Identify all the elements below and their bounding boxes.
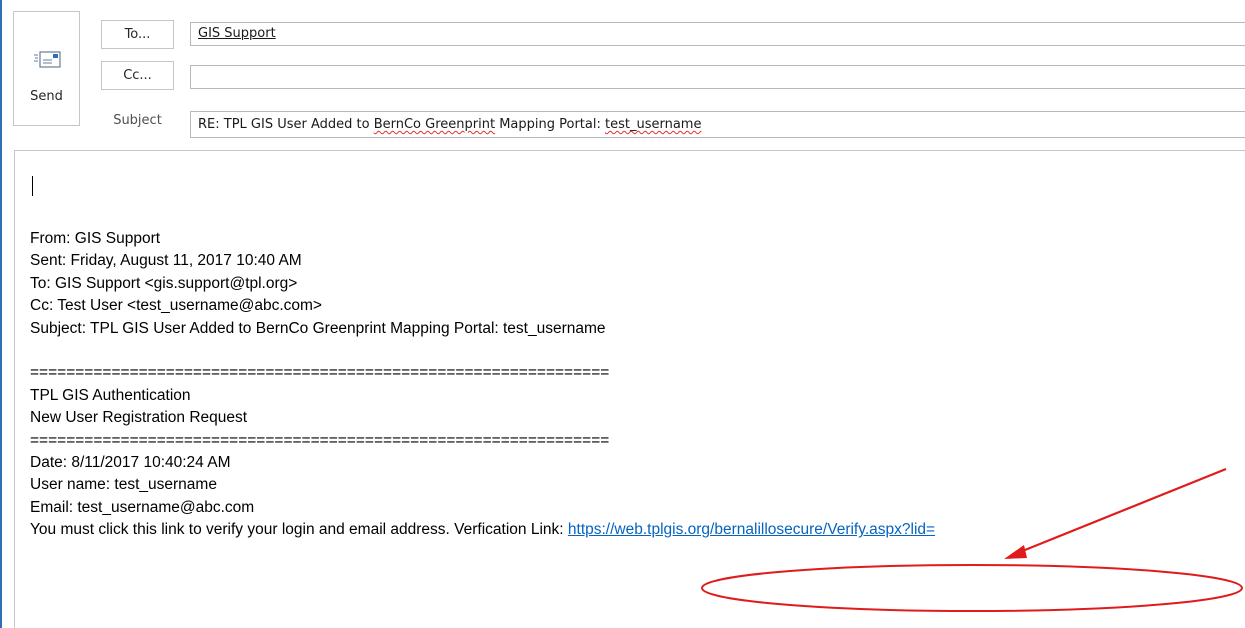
subject-field[interactable]: RE: TPL GIS User Added to BernCo Greenpr… — [190, 111, 1245, 138]
verify-text: You must click this link to verify your … — [30, 521, 568, 539]
quoted-cc: Cc: Test User <test_username@abc.com> — [30, 297, 322, 315]
subject-label: Subject — [113, 113, 162, 128]
separator-line: ========================================… — [30, 364, 610, 382]
request-email: Email: test_username@abc.com — [30, 498, 255, 516]
email-compose-window: Send To... Cc... Subject GIS Support RE:… — [0, 0, 1245, 628]
window-left-border — [0, 0, 2, 628]
quoted-subject: Subject: TPL GIS User Added to BernCo Gr… — [30, 319, 606, 337]
send-button[interactable]: Send — [13, 11, 80, 126]
verification-link[interactable]: https://web.tplgis.org/bernalillosecure/… — [568, 521, 935, 538]
quoted-to: To: GIS Support <gis.support@tpl.org> — [30, 274, 298, 292]
cc-field[interactable] — [190, 65, 1245, 89]
subject-middle: Mapping Portal: — [495, 117, 605, 132]
subject-misspelled-word: test_username — [604, 117, 702, 132]
message-body[interactable]: From: GIS Support Sent: Friday, August 1… — [14, 150, 1245, 628]
to-field[interactable]: GIS Support — [190, 22, 1245, 46]
verify-line: You must click this link to verify your … — [30, 519, 935, 541]
to-recipient[interactable]: GIS Support — [198, 26, 276, 41]
text-cursor — [32, 176, 33, 196]
send-envelope-icon — [34, 51, 61, 68]
request-title: New User Registration Request — [30, 409, 248, 427]
separator-line: ========================================… — [30, 431, 610, 449]
send-label: Send — [30, 89, 63, 104]
request-date: Date: 8/11/2017 10:40:24 AM — [30, 453, 231, 471]
cc-button[interactable]: Cc... — [101, 61, 174, 90]
subject-prefix: RE: TPL GIS User Added to — [198, 117, 374, 132]
request-user-name: User name: test_username — [30, 476, 217, 494]
quoted-sent: Sent: Friday, August 11, 2017 10:40 AM — [30, 252, 302, 270]
subject-misspelled-word: BernCo Greenprint — [373, 117, 496, 132]
quoted-from: From: GIS Support — [30, 230, 161, 247]
auth-title: TPL GIS Authentication — [30, 386, 191, 404]
quoted-message: From: GIS Support Sent: Friday, August 1… — [30, 228, 935, 541]
to-button[interactable]: To... — [101, 20, 174, 49]
